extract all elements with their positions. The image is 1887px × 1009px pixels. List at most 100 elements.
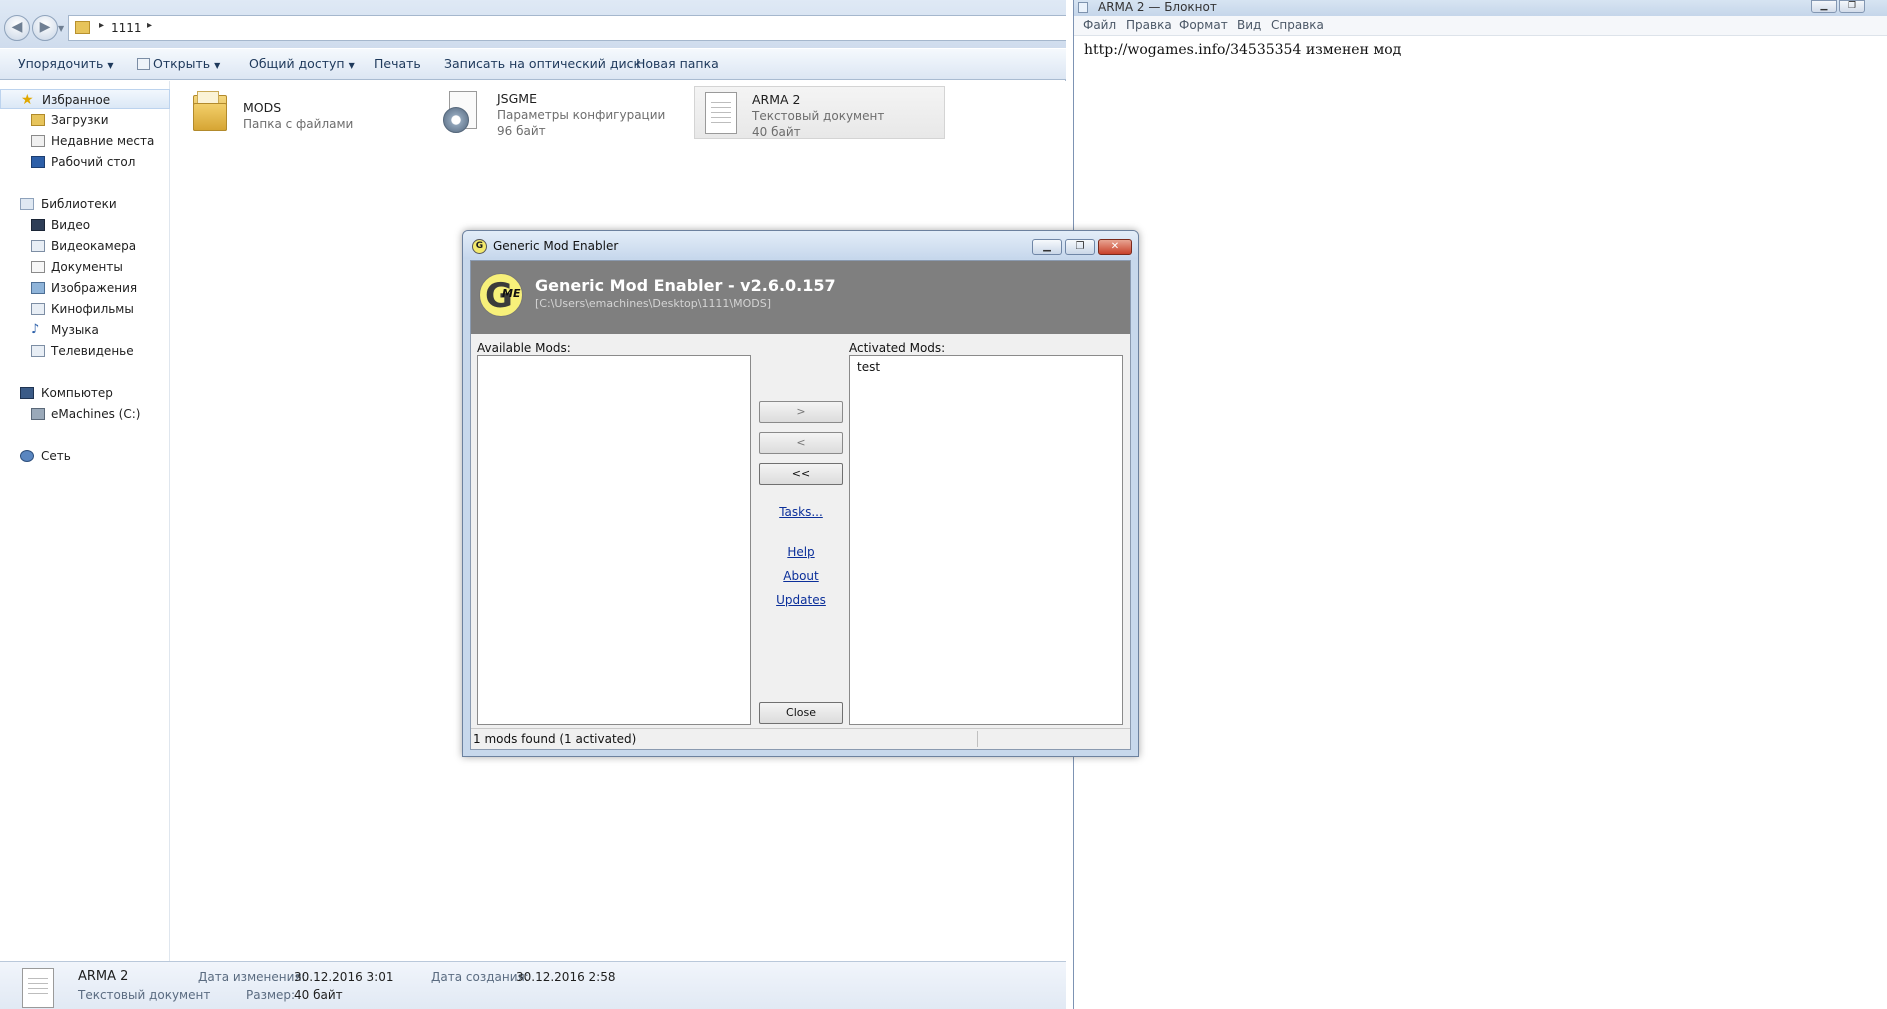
video-icon	[31, 219, 45, 231]
back-button[interactable]: ◀	[4, 15, 30, 41]
nav-computer[interactable]: Компьютер	[0, 383, 170, 403]
nav-label: Видеокамера	[51, 239, 137, 253]
file-type: Параметры конфигурации	[497, 108, 666, 122]
nav-recent-places[interactable]: Недавние места	[0, 131, 170, 151]
notepad-minimize-button[interactable]: ▁	[1811, 0, 1837, 13]
gme-close-x-button[interactable]: ✕	[1098, 239, 1132, 255]
gme-window-title: Generic Mod Enabler	[493, 239, 619, 253]
menu-view[interactable]: Вид	[1237, 18, 1261, 32]
address-path[interactable]: 1111	[111, 21, 142, 35]
recent-places-icon	[31, 135, 45, 147]
chevron-right-icon[interactable]: ▸	[99, 20, 104, 31]
music-icon: ♪	[31, 322, 40, 337]
text-file-icon	[22, 968, 56, 1008]
open-icon	[137, 58, 150, 70]
file-name: ARMA 2	[752, 92, 801, 107]
network-icon	[20, 450, 34, 462]
notepad-titlebar: ARMA 2 — Блокнот ▁ ❐	[1074, 0, 1887, 16]
print-button[interactable]: Печать	[374, 56, 421, 71]
deactivate-all-button[interactable]: <<	[759, 463, 843, 485]
share-label: Общий доступ	[249, 56, 345, 71]
nav-label: Документы	[51, 260, 123, 274]
chevron-down-icon: ▼	[214, 61, 221, 70]
activate-button[interactable]: >	[759, 401, 843, 423]
deactivate-button[interactable]: <	[759, 432, 843, 454]
details-name: ARMA 2	[78, 969, 129, 984]
file-item-jsgme[interactable]: JSGME Параметры конфигурации 96 байт	[441, 85, 671, 138]
details-modified-value: 30.12.2016 3:01	[294, 970, 394, 984]
nav-images[interactable]: Изображения	[0, 278, 170, 298]
chevron-right-icon[interactable]: ▸	[147, 20, 152, 31]
details-size-value: 40 байт	[294, 988, 343, 1002]
list-item[interactable]: test	[857, 360, 880, 374]
chevron-down-icon: ▼	[348, 61, 355, 70]
tasks-link[interactable]: Tasks...	[759, 505, 843, 519]
menu-file[interactable]: Файл	[1083, 18, 1116, 32]
nav-libraries[interactable]: Библиотеки	[0, 194, 170, 214]
activated-mods-label: Activated Mods:	[849, 341, 946, 355]
file-type: Папка с файлами	[243, 117, 354, 131]
menu-help[interactable]: Справка	[1271, 18, 1324, 32]
activated-mods-list[interactable]: test	[849, 355, 1123, 725]
nav-drive-c[interactable]: eMachines (C:)	[0, 404, 170, 424]
nav-video[interactable]: Видео	[0, 215, 170, 235]
details-created-label: Дата создания:	[431, 970, 529, 984]
nav-desktop[interactable]: Рабочий стол	[0, 152, 170, 172]
nav-music[interactable]: ♪ Музыка	[0, 320, 170, 340]
share-button[interactable]: Общий доступ ▼	[249, 56, 355, 71]
folder-icon	[193, 91, 227, 131]
nav-label: Загрузки	[51, 113, 109, 127]
nav-camera[interactable]: Видеокамера	[0, 236, 170, 256]
downloads-folder-icon	[31, 114, 45, 126]
file-item-mods[interactable]: MODS Папка с файлами	[189, 85, 399, 137]
history-dropdown-icon[interactable]: ▼	[58, 24, 64, 33]
file-name: MODS	[243, 100, 282, 115]
notepad-text-area[interactable]: http://wogames.info/34535354 изменен мод	[1084, 42, 1401, 58]
drive-icon	[31, 408, 45, 420]
gme-maximize-button[interactable]: ❐	[1065, 239, 1095, 255]
nav-downloads[interactable]: Загрузки	[0, 110, 170, 130]
desktop-icon	[31, 156, 45, 168]
new-folder-button[interactable]: Новая папка	[636, 56, 719, 71]
details-created-value: 30.12.2016 2:58	[516, 970, 616, 984]
menu-format[interactable]: Формат	[1179, 18, 1228, 32]
movies-icon	[31, 303, 45, 315]
burn-disc-button[interactable]: Записать на оптический диск	[444, 56, 641, 71]
nav-label: Телевиденье	[51, 344, 134, 358]
nav-tv[interactable]: Телевиденье	[0, 341, 170, 361]
gme-minimize-button[interactable]: ▁	[1032, 239, 1062, 255]
notepad-title: ARMA 2 — Блокнот	[1098, 0, 1217, 14]
details-type: Текстовый документ	[78, 988, 211, 1002]
open-button[interactable]: Открыть ▼	[137, 56, 220, 71]
organize-button[interactable]: Упорядочить ▼	[18, 56, 114, 71]
nav-network[interactable]: Сеть	[0, 446, 170, 466]
nav-label: Библиотеки	[41, 197, 117, 211]
menu-edit[interactable]: Правка	[1126, 18, 1172, 32]
chevron-down-icon: ▼	[107, 61, 114, 70]
nav-favorites[interactable]: ★ Избранное	[0, 89, 170, 109]
file-item-arma2[interactable]: ARMA 2 Текстовый документ 40 байт	[694, 86, 945, 139]
available-mods-list[interactable]	[477, 355, 751, 725]
star-icon: ★	[21, 92, 34, 108]
nav-label: Компьютер	[41, 386, 113, 400]
updates-link[interactable]: Updates	[759, 593, 843, 607]
gme-titlebar[interactable]: G Generic Mod Enabler ▁ ❐ ✕	[463, 231, 1138, 259]
help-link[interactable]: Help	[759, 545, 843, 559]
address-input[interactable]: ▸ 1111 ▸	[68, 15, 1066, 41]
gme-logo-icon: G ME	[479, 273, 523, 317]
close-button[interactable]: Close	[759, 702, 843, 724]
nav-label: Кинофильмы	[51, 302, 134, 316]
notepad-maximize-button[interactable]: ❐	[1839, 0, 1865, 13]
gme-client-area: G ME Generic Mod Enabler - v2.6.0.157 [C…	[470, 260, 1131, 750]
nav-label: Музыка	[51, 323, 99, 337]
nav-documents[interactable]: Документы	[0, 257, 170, 277]
gme-app-icon: G	[472, 239, 487, 254]
navigation-pane: ★ Избранное Загрузки Недавние места Рабо…	[0, 81, 170, 961]
file-name: JSGME	[497, 91, 537, 106]
forward-button[interactable]: ▶	[32, 15, 58, 41]
organize-label: Упорядочить	[18, 56, 104, 71]
file-type: Текстовый документ	[752, 109, 885, 123]
about-link[interactable]: About	[759, 569, 843, 583]
gme-status-bar: 1 mods found (1 activated)	[471, 728, 1130, 749]
nav-movies[interactable]: Кинофильмы	[0, 299, 170, 319]
